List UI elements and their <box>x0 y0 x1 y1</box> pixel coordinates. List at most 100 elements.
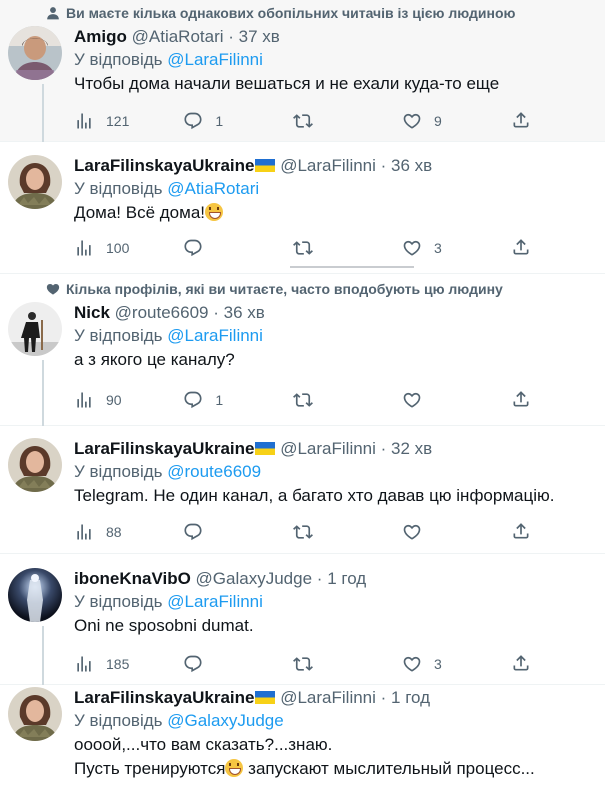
views-count: 121 <box>106 113 130 129</box>
reply-to: У відповідь @route6609 <box>74 460 593 484</box>
retweet-button[interactable] <box>293 390 402 410</box>
avatar[interactable] <box>8 26 62 80</box>
like-button[interactable]: 3 <box>402 654 511 674</box>
views-count: 100 <box>106 240 130 256</box>
author-handle[interactable]: @LaraFilinni <box>280 688 376 707</box>
reply-button[interactable]: 1 <box>183 111 292 131</box>
reply-to-link[interactable]: @route6609 <box>167 462 261 481</box>
tweet[interactable]: Ви маєте кілька однакових обопільних чит… <box>0 0 605 168</box>
social-context-text: Кілька профілів, які ви читаєте, часто в… <box>66 281 503 297</box>
author-handle[interactable]: @GalaxyJudge <box>196 569 313 588</box>
views-count: 88 <box>106 524 122 540</box>
action-bar: 88 <box>74 516 593 548</box>
tweet[interactable]: LaraFilinskayaUkraine @LaraFilinni · 32 … <box>0 426 605 554</box>
timestamp[interactable]: 1 год <box>391 688 430 707</box>
like-button[interactable] <box>402 390 511 410</box>
author-handle[interactable]: @LaraFilinni <box>280 156 376 175</box>
retweet-button[interactable] <box>293 111 402 131</box>
share-icon <box>511 653 531 673</box>
share-button[interactable] <box>511 237 540 260</box>
views-icon <box>74 238 94 258</box>
like-count: 3 <box>433 656 442 672</box>
tweet[interactable]: LaraFilinskayaUkraine @LaraFilinni · 1 г… <box>0 685 605 805</box>
reply-icon <box>183 522 203 542</box>
like-button[interactable] <box>402 522 511 542</box>
timestamp[interactable]: 1 год <box>327 569 366 588</box>
separator-dot: · <box>380 688 387 707</box>
views-count: 90 <box>106 392 122 408</box>
tweet[interactable]: Кілька профілів, які ви читаєте, часто в… <box>0 274 605 426</box>
tweet[interactable]: iboneKnaVibO @GalaxyJudge · 1 год У відп… <box>0 554 605 685</box>
avatar[interactable] <box>8 687 62 741</box>
author-handle[interactable]: @AtiaRotari <box>132 27 224 46</box>
avatar[interactable] <box>8 568 62 622</box>
reply-button[interactable] <box>183 654 292 674</box>
retweet-icon <box>293 654 313 674</box>
timestamp[interactable]: 36 хв <box>391 156 432 175</box>
tweet-text-line-2: Пусть тренируются запускают мыслительный… <box>74 757 593 781</box>
reply-to-link[interactable]: @AtiaRotari <box>167 179 259 198</box>
retweet-button[interactable] <box>293 654 402 674</box>
tweet-text: Oni ne sposobni dumat. <box>74 616 254 635</box>
tweet-header: LaraFilinskayaUkraine @LaraFilinni · 36 … <box>74 155 593 177</box>
separator-dot: · <box>228 27 234 46</box>
tweet[interactable]: LaraFilinskayaUkraine @LaraFilinni · 36 … <box>0 142 605 274</box>
reply-to-link[interactable]: @LaraFilinni <box>167 592 263 611</box>
tweet-text: а з якого це каналу? <box>74 350 235 369</box>
views-icon <box>74 654 94 674</box>
like-icon <box>402 522 422 542</box>
share-button[interactable] <box>511 653 540 676</box>
author-handle[interactable]: @route6609 <box>115 303 209 322</box>
views-count: 185 <box>106 656 130 672</box>
share-button[interactable] <box>511 110 540 133</box>
author-name[interactable]: LaraFilinskayaUkraine <box>74 688 254 707</box>
author-name[interactable]: LaraFilinskayaUkraine <box>74 156 254 175</box>
views-button[interactable]: 88 <box>74 522 183 542</box>
reply-to-link[interactable]: @LaraFilinni <box>167 326 263 345</box>
retweet-button[interactable] <box>293 522 402 542</box>
reply-button[interactable] <box>183 238 292 258</box>
like-icon <box>402 654 422 674</box>
views-button[interactable]: 185 <box>74 654 183 674</box>
share-button[interactable] <box>511 389 540 412</box>
like-button[interactable]: 3 <box>402 238 511 258</box>
author-name[interactable]: iboneKnaVibO <box>74 569 191 588</box>
share-button[interactable] <box>511 521 540 544</box>
separator-dot: · <box>380 156 387 175</box>
separator-dot: · <box>213 303 219 322</box>
reply-icon <box>183 390 203 410</box>
reply-to-link[interactable]: @LaraFilinni <box>167 50 263 69</box>
tweet-text: Дома! Всё дома! <box>74 201 593 225</box>
reply-to-link[interactable]: @GalaxyJudge <box>167 711 284 730</box>
views-button[interactable]: 90 <box>74 390 183 410</box>
share-icon <box>511 110 531 130</box>
author-handle[interactable]: @LaraFilinni <box>280 439 376 458</box>
reply-icon <box>183 111 203 131</box>
reply-prefix: У відповідь <box>74 462 163 481</box>
avatar[interactable] <box>8 302 62 356</box>
avatar[interactable] <box>8 155 62 209</box>
reply-prefix: У відповідь <box>74 50 163 69</box>
timestamp[interactable]: 37 хв <box>239 27 280 46</box>
avatar[interactable] <box>8 438 62 492</box>
social-context: Кілька профілів, які ви читаєте, часто в… <box>0 274 605 302</box>
tweet-text-line-2a: Пусть тренируются <box>74 759 226 778</box>
reply-button[interactable]: 1 <box>183 390 292 410</box>
retweet-button[interactable] <box>293 238 402 258</box>
views-button[interactable]: 121 <box>74 111 183 131</box>
like-button[interactable]: 9 <box>402 111 511 131</box>
reply-button[interactable] <box>183 522 292 542</box>
author-name[interactable]: LaraFilinskayaUkraine <box>74 439 254 458</box>
retweet-icon <box>293 111 313 131</box>
views-button[interactable]: 100 <box>74 238 183 258</box>
reply-icon <box>183 654 203 674</box>
reply-count: 1 <box>215 113 224 129</box>
horizontal-scrollbar[interactable] <box>290 266 414 268</box>
timestamp[interactable]: 32 хв <box>391 439 432 458</box>
grinning-emoji-icon <box>205 203 224 221</box>
ukraine-flag-icon <box>255 691 276 704</box>
ukraine-flag-icon <box>255 442 276 455</box>
timestamp[interactable]: 36 хв <box>224 303 265 322</box>
author-name[interactable]: Nick <box>74 303 110 322</box>
author-name[interactable]: Amigo <box>74 27 127 46</box>
